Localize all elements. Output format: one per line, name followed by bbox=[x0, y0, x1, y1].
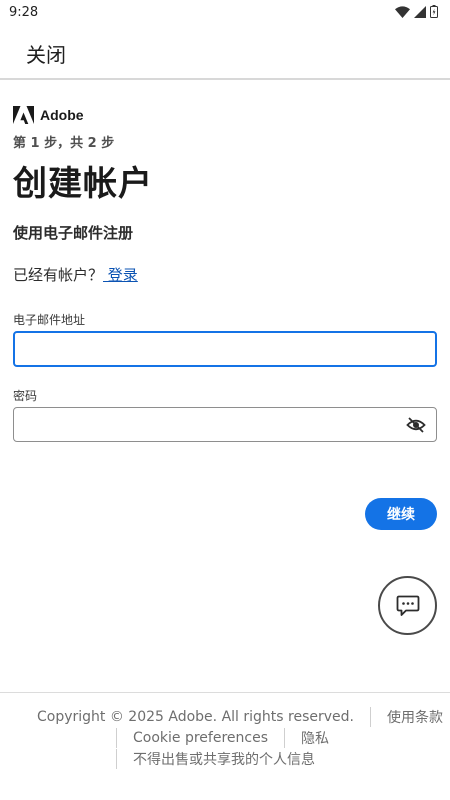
footer-separator bbox=[116, 728, 117, 748]
brand: Adobe bbox=[13, 106, 84, 124]
signin-row: 已经有帐户？ 登录 bbox=[13, 264, 138, 285]
adobe-logo-icon bbox=[13, 106, 34, 124]
password-label: 密码 bbox=[13, 389, 38, 403]
eye-off-icon[interactable] bbox=[406, 416, 426, 434]
password-field bbox=[13, 407, 437, 442]
page-title: 创建帐户 bbox=[13, 164, 153, 204]
password-input[interactable] bbox=[14, 408, 394, 441]
have-account-text: 已经有帐户？ bbox=[13, 266, 104, 284]
footer: Copyright © 2025 Adobe. All rights reser… bbox=[0, 692, 450, 800]
signal-icon bbox=[414, 5, 426, 18]
footer-row: 不得出售或共享我的个人信息 bbox=[116, 749, 315, 769]
footer-row: Cookie preferences 隐私 bbox=[116, 728, 329, 748]
terms-link[interactable]: 使用条款 bbox=[387, 707, 443, 727]
footer-separator bbox=[116, 749, 117, 769]
do-not-sell-link[interactable]: 不得出售或共享我的个人信息 bbox=[133, 749, 315, 769]
cookie-preferences-link[interactable]: Cookie preferences bbox=[133, 730, 268, 746]
signin-link[interactable]: 登录 bbox=[103, 266, 138, 284]
top-app-bar: 关闭 bbox=[0, 26, 450, 80]
step-indicator: 第 1 步，共 2 步 bbox=[13, 136, 115, 151]
footer-separator bbox=[369, 707, 371, 727]
footer-separator bbox=[284, 728, 285, 748]
footer-row: Copyright © 2025 Adobe. All rights reser… bbox=[37, 707, 443, 727]
status-icons bbox=[395, 5, 438, 18]
wifi-icon bbox=[395, 5, 410, 18]
status-time: 9:28 bbox=[9, 5, 39, 20]
continue-button[interactable]: 继续 bbox=[365, 498, 437, 530]
brand-name: Adobe bbox=[40, 107, 84, 123]
privacy-link[interactable]: 隐私 bbox=[301, 728, 329, 748]
form-subtitle: 使用电子邮件注册 bbox=[13, 224, 134, 242]
battery-icon bbox=[430, 5, 438, 18]
email-input[interactable] bbox=[13, 331, 437, 367]
close-button[interactable]: 关闭 bbox=[26, 39, 66, 68]
status-bar: 9:28 bbox=[0, 0, 450, 26]
chat-bubble-icon bbox=[396, 595, 419, 616]
copyright-text: Copyright © 2025 Adobe. All rights reser… bbox=[37, 709, 354, 725]
email-label: 电子邮件地址 bbox=[13, 313, 86, 327]
chat-button[interactable] bbox=[378, 576, 437, 635]
